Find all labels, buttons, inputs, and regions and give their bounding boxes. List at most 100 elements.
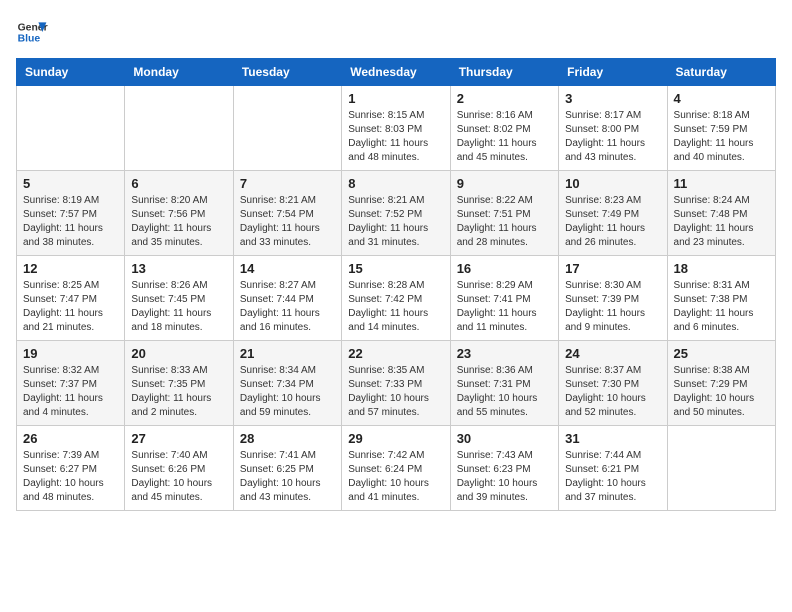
- calendar-cell: 17 Sunrise: 8:30 AM Sunset: 7:39 PM Dayli…: [559, 256, 667, 341]
- day-info: Sunrise: 8:28 AM Sunset: 7:42 PM Dayligh…: [348, 279, 443, 335]
- calendar-week-row: 5 Sunrise: 8:19 AM Sunset: 7:57 PM Daylig…: [17, 171, 776, 256]
- day-info: Sunrise: 8:31 AM Sunset: 7:38 PM Dayligh…: [674, 279, 769, 335]
- day-info: Sunrise: 7:39 AM Sunset: 6:27 PM Dayligh…: [23, 449, 118, 505]
- calendar-cell: 19 Sunrise: 8:32 AM Sunset: 7:37 PM Dayli…: [17, 341, 125, 426]
- weekday-header-monday: Monday: [125, 59, 233, 86]
- day-info: Sunrise: 8:35 AM Sunset: 7:33 PM Dayligh…: [348, 364, 443, 420]
- day-info: Sunrise: 8:18 AM Sunset: 7:59 PM Dayligh…: [674, 109, 769, 165]
- day-number: 23: [457, 346, 552, 361]
- calendar-table: SundayMondayTuesdayWednesdayThursdayFrid…: [16, 58, 776, 511]
- calendar-week-row: 19 Sunrise: 8:32 AM Sunset: 7:37 PM Dayli…: [17, 341, 776, 426]
- day-number: 8: [348, 176, 443, 191]
- day-info: Sunrise: 7:44 AM Sunset: 6:21 PM Dayligh…: [565, 449, 660, 505]
- weekday-header-saturday: Saturday: [667, 59, 775, 86]
- day-info: Sunrise: 8:22 AM Sunset: 7:51 PM Dayligh…: [457, 194, 552, 250]
- day-info: Sunrise: 8:34 AM Sunset: 7:34 PM Dayligh…: [240, 364, 335, 420]
- day-number: 10: [565, 176, 660, 191]
- calendar-cell: 28Sunrise: 7:41 AM Sunset: 6:25 PM Dayli…: [233, 426, 341, 511]
- day-number: 19: [23, 346, 118, 361]
- calendar-cell: 29 Sunrise: 7:42 AM Sunset: 6:24 PM Dayli…: [342, 426, 450, 511]
- day-info: Sunrise: 7:40 AM Sunset: 6:26 PM Dayligh…: [131, 449, 226, 505]
- day-number: 3: [565, 91, 660, 106]
- calendar-cell: 31 Sunrise: 7:44 AM Sunset: 6:21 PM Dayli…: [559, 426, 667, 511]
- calendar-cell: 30 Sunrise: 7:43 AM Sunset: 6:23 PM Dayli…: [450, 426, 558, 511]
- weekday-header-thursday: Thursday: [450, 59, 558, 86]
- calendar-cell: 3 Sunrise: 8:17 AM Sunset: 8:00 PM Daylig…: [559, 86, 667, 171]
- day-number: 18: [674, 261, 769, 276]
- day-info: Sunrise: 8:15 AM Sunset: 8:03 PM Dayligh…: [348, 109, 443, 165]
- calendar-week-row: 1 Sunrise: 8:15 AM Sunset: 8:03 PM Daylig…: [17, 86, 776, 171]
- weekday-header-wednesday: Wednesday: [342, 59, 450, 86]
- day-info: Sunrise: 8:29 AM Sunset: 7:41 PM Dayligh…: [457, 279, 552, 335]
- day-number: 9: [457, 176, 552, 191]
- day-info: Sunrise: 8:17 AM Sunset: 8:00 PM Dayligh…: [565, 109, 660, 165]
- weekday-header-sunday: Sunday: [17, 59, 125, 86]
- day-number: 27: [131, 431, 226, 446]
- calendar-cell: 10 Sunrise: 8:23 AM Sunset: 7:49 PM Dayli…: [559, 171, 667, 256]
- day-number: 25: [674, 346, 769, 361]
- logo: General Blue: [16, 16, 48, 48]
- calendar-cell: 26 Sunrise: 7:39 AM Sunset: 6:27 PM Dayli…: [17, 426, 125, 511]
- day-info: Sunrise: 8:36 AM Sunset: 7:31 PM Dayligh…: [457, 364, 552, 420]
- day-number: 15: [348, 261, 443, 276]
- calendar-cell: 14 Sunrise: 8:27 AM Sunset: 7:44 PM Dayli…: [233, 256, 341, 341]
- day-info: Sunrise: 8:33 AM Sunset: 7:35 PM Dayligh…: [131, 364, 226, 420]
- calendar-cell: 20 Sunrise: 8:33 AM Sunset: 7:35 PM Dayli…: [125, 341, 233, 426]
- day-number: 24: [565, 346, 660, 361]
- day-info: Sunrise: 8:37 AM Sunset: 7:30 PM Dayligh…: [565, 364, 660, 420]
- day-number: 5: [23, 176, 118, 191]
- day-info: Sunrise: 8:27 AM Sunset: 7:44 PM Dayligh…: [240, 279, 335, 335]
- calendar-cell: 21 Sunrise: 8:34 AM Sunset: 7:34 PM Dayli…: [233, 341, 341, 426]
- calendar-cell: 8 Sunrise: 8:21 AM Sunset: 7:52 PM Daylig…: [342, 171, 450, 256]
- calendar-cell: 1 Sunrise: 8:15 AM Sunset: 8:03 PM Daylig…: [342, 86, 450, 171]
- day-number: 13: [131, 261, 226, 276]
- header: General Blue: [16, 16, 776, 48]
- day-number: 21: [240, 346, 335, 361]
- day-number: 12: [23, 261, 118, 276]
- calendar-cell: 27 Sunrise: 7:40 AM Sunset: 6:26 PM Dayli…: [125, 426, 233, 511]
- day-info: Sunrise: 8:16 AM Sunset: 8:02 PM Dayligh…: [457, 109, 552, 165]
- day-info: Sunrise: 8:32 AM Sunset: 7:37 PM Dayligh…: [23, 364, 118, 420]
- calendar-cell: [667, 426, 775, 511]
- day-info: Sunrise: 8:21 AM Sunset: 7:54 PM Dayligh…: [240, 194, 335, 250]
- calendar-cell: 12 Sunrise: 8:25 AM Sunset: 7:47 PM Dayli…: [17, 256, 125, 341]
- day-info: Sunrise: 7:43 AM Sunset: 6:23 PM Dayligh…: [457, 449, 552, 505]
- day-info: Sunrise: 7:42 AM Sunset: 6:24 PM Dayligh…: [348, 449, 443, 505]
- calendar-cell: [233, 86, 341, 171]
- day-number: 26: [23, 431, 118, 446]
- calendar-cell: 16 Sunrise: 8:29 AM Sunset: 7:41 PM Dayli…: [450, 256, 558, 341]
- weekday-header-friday: Friday: [559, 59, 667, 86]
- day-number: 17: [565, 261, 660, 276]
- day-info: Sunrise: 8:38 AM Sunset: 7:29 PM Dayligh…: [674, 364, 769, 420]
- day-number: 14: [240, 261, 335, 276]
- calendar-cell: [125, 86, 233, 171]
- calendar-cell: 24 Sunrise: 8:37 AM Sunset: 7:30 PM Dayli…: [559, 341, 667, 426]
- day-info: Sunrise: 8:25 AM Sunset: 7:47 PM Dayligh…: [23, 279, 118, 335]
- calendar-cell: 7Sunrise: 8:21 AM Sunset: 7:54 PM Daylig…: [233, 171, 341, 256]
- day-number: 20: [131, 346, 226, 361]
- day-number: 29: [348, 431, 443, 446]
- day-info: Sunrise: 8:23 AM Sunset: 7:49 PM Dayligh…: [565, 194, 660, 250]
- day-info: Sunrise: 8:21 AM Sunset: 7:52 PM Dayligh…: [348, 194, 443, 250]
- calendar-cell: 25 Sunrise: 8:38 AM Sunset: 7:29 PM Dayli…: [667, 341, 775, 426]
- day-info: Sunrise: 8:26 AM Sunset: 7:45 PM Dayligh…: [131, 279, 226, 335]
- calendar-cell: 9 Sunrise: 8:22 AM Sunset: 7:51 PM Daylig…: [450, 171, 558, 256]
- logo-icon: General Blue: [16, 16, 48, 48]
- day-info: Sunrise: 8:24 AM Sunset: 7:48 PM Dayligh…: [674, 194, 769, 250]
- day-info: Sunrise: 8:19 AM Sunset: 7:57 PM Dayligh…: [23, 194, 118, 250]
- calendar-cell: 5 Sunrise: 8:19 AM Sunset: 7:57 PM Daylig…: [17, 171, 125, 256]
- calendar-cell: 23 Sunrise: 8:36 AM Sunset: 7:31 PM Dayli…: [450, 341, 558, 426]
- day-number: 31: [565, 431, 660, 446]
- calendar-cell: 11 Sunrise: 8:24 AM Sunset: 7:48 PM Dayli…: [667, 171, 775, 256]
- day-number: 16: [457, 261, 552, 276]
- day-number: 4: [674, 91, 769, 106]
- day-number: 6: [131, 176, 226, 191]
- weekday-header-tuesday: Tuesday: [233, 59, 341, 86]
- calendar-cell: 13 Sunrise: 8:26 AM Sunset: 7:45 PM Dayli…: [125, 256, 233, 341]
- day-number: 30: [457, 431, 552, 446]
- day-info: Sunrise: 8:30 AM Sunset: 7:39 PM Dayligh…: [565, 279, 660, 335]
- day-number: 1: [348, 91, 443, 106]
- day-info: Sunrise: 7:41 AM Sunset: 6:25 PM Dayligh…: [240, 449, 335, 505]
- day-number: 11: [674, 176, 769, 191]
- calendar-cell: 2Sunrise: 8:16 AM Sunset: 8:02 PM Daylig…: [450, 86, 558, 171]
